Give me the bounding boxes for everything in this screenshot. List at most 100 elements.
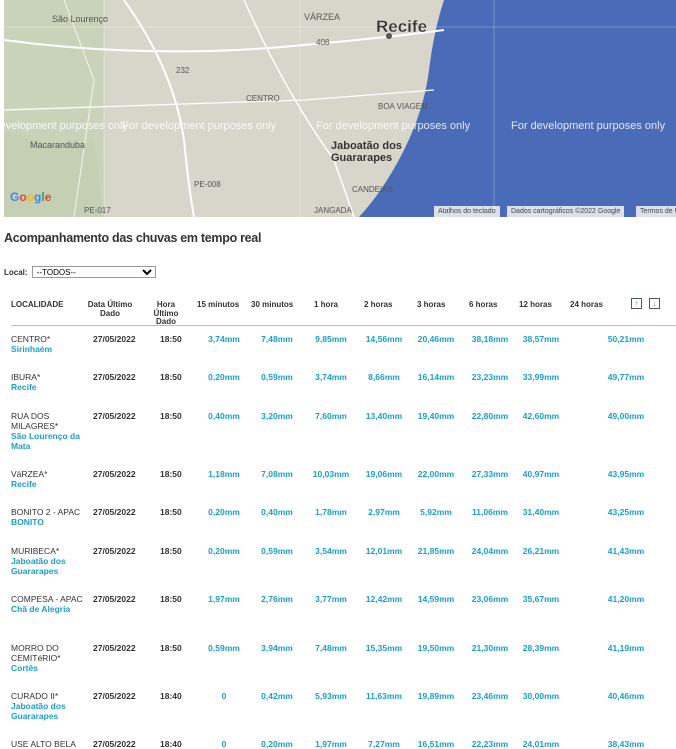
rain-value: 0,40mm (261, 507, 293, 517)
station-name: CURADO II* (11, 691, 59, 701)
rain-value: 7,48mm (261, 334, 293, 344)
map-label: BOA VIAGEM (378, 102, 428, 111)
map-town-label: Guararapes (331, 152, 393, 164)
rain-value: 38,43mm (607, 739, 645, 749)
google-logo[interactable]: Google (10, 190, 51, 204)
col-30min: 30 minutos (251, 300, 294, 309)
station-city[interactable]: Jaboatão dos Guararapes (11, 556, 91, 576)
rain-value: 19,50mm (417, 643, 455, 653)
station-city[interactable]: Jaboatão dos Guararapes (11, 701, 91, 721)
row-time: 18:50 (160, 546, 182, 556)
station-name: MORRO DO CEMITéRIO* (11, 643, 61, 663)
rain-value: 11,63mm (366, 691, 402, 701)
rain-value: 14,56mm (365, 334, 403, 344)
rain-value: 24,01mm (522, 739, 560, 749)
rain-value: 33,99mm (522, 372, 560, 382)
rain-value: 27,33mm (471, 469, 509, 479)
station-city[interactable]: Sirinhaém (11, 344, 91, 354)
rain-value: 41,19mm (607, 643, 645, 653)
station-name: VáRZEA* (11, 469, 48, 479)
map-data-attribution[interactable]: Dados cartográficos ©2022 Google (507, 206, 625, 217)
rain-value: 12,42mm (365, 594, 403, 604)
col-data: Data Último Dado (87, 300, 133, 318)
map-city-label: Recife (376, 17, 428, 36)
row-time: 18:50 (160, 334, 182, 344)
rain-value: 3,74mm (208, 334, 240, 344)
row-time: 18:50 (160, 411, 182, 421)
col-3h: 3 horas (417, 300, 446, 309)
col-hora: Hora Último Dado (153, 300, 179, 326)
rain-value: 19,06mm (365, 469, 403, 479)
rain-value: 41,43mm (607, 546, 645, 556)
rain-value: 0,59mm (261, 546, 293, 556)
rain-value: 1,18mm (208, 469, 240, 479)
rain-value: 31,40mm (522, 507, 560, 517)
rain-value: 0,20mm (208, 372, 240, 382)
station-city[interactable]: Chã de Alegria (11, 604, 91, 614)
rain-value: 5,93mm (315, 691, 347, 701)
rain-value: 7,08mm (261, 469, 293, 479)
rain-value: 49,77mm (607, 372, 645, 382)
row-date: 27/05/2022 (93, 411, 136, 421)
rain-value: 23,46mm (471, 691, 509, 701)
col-localidade: LOCALIDADE (11, 300, 64, 309)
rain-value: 16,14mm (417, 372, 455, 382)
rain-value: 43,25mm (607, 507, 645, 517)
station-city[interactable]: Recife (11, 479, 91, 489)
dev-watermark: For development purposes only (122, 120, 277, 132)
rain-value: 1,97mm (208, 594, 240, 604)
col-12h: 12 horas (519, 300, 552, 309)
row-date: 27/05/2022 (93, 469, 136, 479)
rain-value: 22,23mm (471, 739, 509, 749)
station-name: COMPESA - APAC (11, 594, 83, 604)
station-city[interactable]: BONITO (11, 517, 91, 527)
col-1h: 1 hora (314, 300, 339, 309)
dev-watermark: For development purposes only (316, 120, 471, 132)
rain-value: 7,48mm (315, 643, 347, 653)
rain-value: 21,30mm (471, 643, 509, 653)
rain-value: 38,18mm (471, 334, 509, 344)
map-label: VÁRZEA (304, 12, 341, 22)
local-select[interactable]: --TODOS-- (31, 266, 156, 278)
rain-value: 28,39mm (522, 643, 560, 653)
rain-value: 0 (221, 691, 227, 701)
rain-value: 0 (221, 739, 227, 749)
row-date: 27/05/2022 (93, 594, 136, 604)
row-location: BONITO 2 - APAC BONITO (11, 507, 91, 527)
keyboard-shortcuts-link[interactable]: Atalhos do teclado (434, 206, 500, 217)
map-label: PE-008 (194, 180, 221, 189)
map-label: JANGADA (314, 206, 352, 215)
rain-value: 0,20mm (208, 507, 240, 517)
station-city[interactable]: São Lourenço da Mata (11, 431, 91, 451)
row-time: 18:50 (160, 469, 182, 479)
row-date: 27/05/2022 (93, 739, 136, 749)
rain-value: 19,89mm (417, 691, 455, 701)
row-location: IBURA* Recife (11, 372, 91, 392)
rain-value: 3,94mm (261, 643, 293, 653)
row-time: 18:40 (160, 739, 182, 749)
station-name: BONITO 2 - APAC (11, 507, 81, 517)
col-2h: 2 horas (364, 300, 393, 309)
rain-value: 7,60mm (315, 411, 347, 421)
station-name: IBURA* (11, 372, 41, 382)
rain-value: 7,27mm (368, 739, 400, 749)
station-city[interactable]: Cortês (11, 663, 91, 673)
rain-map[interactable]: São Lourenço VÁRZEA Recife BOA VIAGEM CA… (4, 0, 676, 217)
sort-asc-icon[interactable]: ↑ (631, 298, 642, 309)
rain-value: 19,40mm (417, 411, 455, 421)
local-label: Local: (4, 268, 28, 277)
row-time: 18:50 (160, 643, 182, 653)
row-time: 18:50 (160, 594, 182, 604)
rain-value: 38,57mm (522, 334, 560, 344)
row-date: 27/05/2022 (93, 334, 136, 344)
rain-value: 40,97mm (522, 469, 560, 479)
row-location: COMPESA - APAC Chã de Alegria (11, 594, 91, 614)
sort-desc-icon[interactable]: ↓ (649, 298, 660, 309)
station-name: MURIBECA* (11, 546, 60, 556)
terms-link[interactable]: Termos de Uso (636, 206, 676, 217)
rain-value: 24,04mm (471, 546, 509, 556)
col-15min: 15 minutos (197, 300, 240, 309)
station-city[interactable]: Recife (11, 382, 91, 392)
station-name: RUA DOS MILAGRES* (11, 411, 59, 431)
rain-value: 50,21mm (607, 334, 645, 344)
